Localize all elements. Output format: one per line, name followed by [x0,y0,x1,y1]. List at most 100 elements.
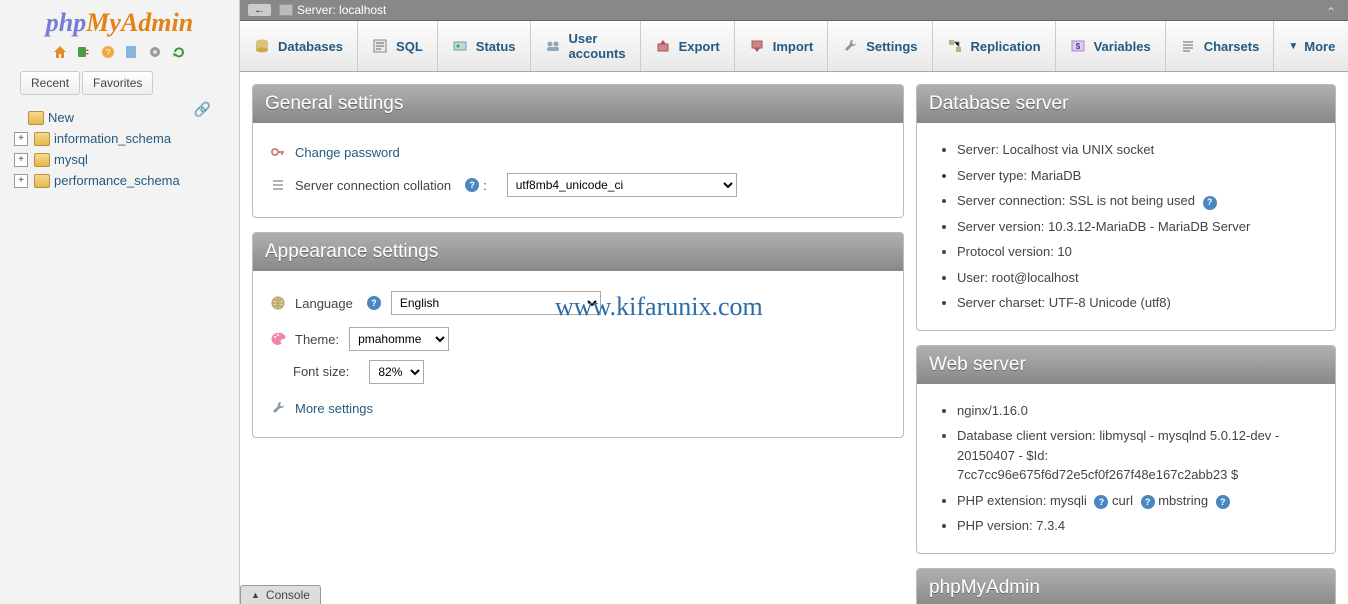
tab-recent[interactable]: Recent [20,71,80,95]
fontsize-select[interactable]: 82% [369,360,424,384]
server-icon [279,4,293,16]
expand-icon[interactable]: + [14,132,28,146]
chevron-down-icon: ▼ [1288,41,1298,52]
tab-charsets[interactable]: Charsets [1166,21,1275,71]
fontsize-label: Font size: [293,362,349,382]
settings-gear-icon[interactable] [147,44,163,60]
info-item: Server connection: SSL is not being used… [957,188,1319,214]
tab-export[interactable]: Export [641,21,735,71]
logo-my: My [86,8,121,37]
theme-icon [269,330,287,348]
help-icon[interactable]: ? [465,178,479,192]
docs-icon[interactable]: ? [100,44,116,60]
tab-more[interactable]: ▼More [1274,21,1348,71]
status-icon [452,38,468,54]
tree-new-db[interactable]: New [10,107,194,128]
svg-text:?: ? [105,48,110,57]
tab-variables[interactable]: $Variables [1056,21,1166,71]
app-root: phpMyAdmin ? Recent Favorites 🔗 New + [0,0,1348,604]
language-row: Language ? English [269,285,887,321]
tree-db-item[interactable]: + information_schema [10,128,229,149]
expand-icon[interactable]: + [14,174,28,188]
content-area: General settings Change password Server … [240,72,1348,604]
tab-import[interactable]: Import [735,21,828,71]
theme-row: Theme: pmahomme [269,321,887,357]
variables-icon: $ [1070,38,1086,54]
database-icon [28,111,44,125]
language-icon [269,294,287,312]
console-toggle[interactable]: ▲ Console [240,585,321,604]
info-item: User: root@localhost [957,265,1319,291]
info-item: Server charset: UTF-8 Unicode (utf8) [957,290,1319,316]
sidebar-tabs: Recent Favorites [10,71,229,95]
link-icon[interactable]: 🔗 [194,101,211,118]
tree-db-item[interactable]: + mysql [10,149,229,170]
help-icon[interactable]: ? [1203,196,1217,210]
change-password-link[interactable]: Change password [295,145,400,160]
info-item: PHP extension: mysqli ? curl ? mbstring … [957,488,1319,514]
sql-icon [372,38,388,54]
info-item: Server: Localhost via UNIX socket [957,137,1319,163]
panel-title: Web server [917,346,1335,384]
expand-icon[interactable]: + [14,153,28,167]
tab-settings[interactable]: Settings [828,21,932,71]
breadcrumb-server-label: Server: [297,3,336,17]
help-icon[interactable]: ? [1141,495,1155,509]
page-settings-icon[interactable]: ⌃ [1326,5,1336,19]
wrench-icon [842,38,858,54]
info-item: Database client version: libmysql - mysq… [957,423,1319,488]
export-icon [655,38,671,54]
charsets-icon [1180,38,1196,54]
tab-sql[interactable]: SQL [358,21,438,71]
panel-title: phpMyAdmin [917,569,1335,604]
collation-icon [269,176,287,194]
collapse-nav-icon[interactable]: ← [248,4,271,16]
panel-title: Appearance settings [253,233,903,271]
fontsize-row: Font size: 82% [293,357,887,387]
logo[interactable]: phpMyAdmin [0,0,239,40]
more-settings-row: More settings [269,393,887,423]
breadcrumb: ← Server: localhost ⌃ [240,0,1348,21]
home-icon[interactable] [52,44,68,60]
svg-text:$: $ [1075,42,1080,51]
tab-databases[interactable]: Databases [240,21,358,71]
theme-select[interactable]: pmahomme [349,327,449,351]
help-icon[interactable]: ? [1094,495,1108,509]
console-label: Console [266,588,310,602]
language-label: Language [295,296,353,311]
tree-db-item[interactable]: + performance_schema [10,170,229,191]
panel-title: General settings [253,85,903,123]
database-icon [34,153,50,167]
key-icon [269,143,287,161]
info-item: Server type: MariaDB [957,163,1319,189]
main-area: ← Server: localhost ⌃ Databases SQL Stat… [240,0,1348,604]
collation-label: Server connection collation [295,178,451,193]
sql-docs-icon[interactable] [123,44,139,60]
tab-status[interactable]: Status [438,21,531,71]
users-icon [545,38,561,54]
help-icon[interactable]: ? [367,296,381,310]
help-icon[interactable]: ? [1216,495,1230,509]
db-label: information_schema [54,131,171,146]
info-item: PHP version: 7.3.4 [957,513,1319,539]
language-select[interactable]: English [391,291,601,315]
import-icon [749,38,765,54]
reload-icon[interactable] [171,44,187,60]
more-settings-link[interactable]: More settings [295,401,373,416]
collation-select[interactable]: utf8mb4_unicode_ci [507,173,737,197]
general-settings-panel: General settings Change password Server … [252,84,904,218]
panel-title: Database server [917,85,1335,123]
logo-php: php [46,8,86,37]
new-db-label: New [48,110,74,125]
logout-icon[interactable] [76,44,92,60]
tab-replication[interactable]: Replication [933,21,1056,71]
web-server-panel: Web server nginx/1.16.0 Database client … [916,345,1336,554]
tab-favorites[interactable]: Favorites [82,71,153,95]
breadcrumb-server-value[interactable]: localhost [339,3,386,17]
database-icon [34,174,50,188]
database-server-panel: Database server Server: Localhost via UN… [916,84,1336,331]
databases-icon [254,38,270,54]
navigation-sidebar: phpMyAdmin ? Recent Favorites 🔗 New + [0,0,240,604]
tab-users[interactable]: User accounts [531,21,641,71]
phpmyadmin-panel: phpMyAdmin Version information: 4.8.5 Do… [916,568,1336,604]
